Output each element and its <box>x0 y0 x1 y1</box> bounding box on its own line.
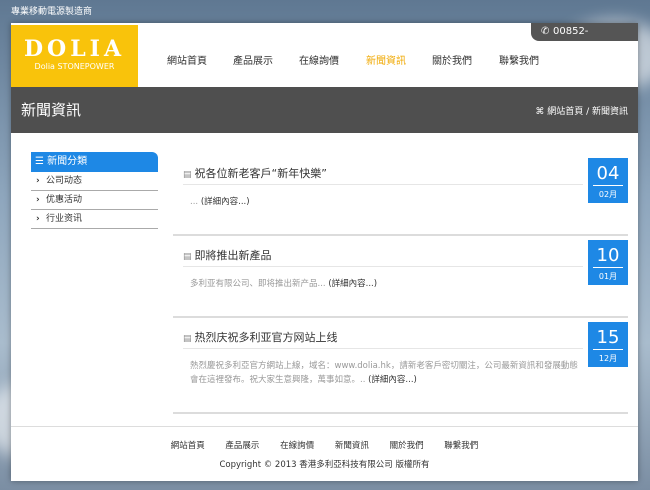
news-summary: 多利亚有限公司、即将推出新产品... (詳細內容...) <box>190 277 580 291</box>
date-badge: 10 01月 <box>588 240 628 285</box>
news-item: ▤ 祝各位新老客戶“新年快樂” ... (詳細內容...) 04 02月 <box>173 154 628 236</box>
divider <box>593 185 623 186</box>
document-icon: ▤ <box>183 252 192 262</box>
footer-link-news[interactable]: 新聞資訊 <box>335 441 369 451</box>
header: DOLIA Dolia STONEPOWER ✆ 00852-69927588 … <box>11 23 638 87</box>
news-list: ▤ 祝各位新老客戶“新年快樂” ... (詳細內容...) 04 02月 ▤ 即將推… <box>173 154 628 414</box>
copyright: Copyright © 2013 香港多利亞科技有限公司 版權所有 <box>219 460 430 470</box>
date-month: 02月 <box>598 190 618 199</box>
phone-number: 00852-69927588 <box>553 26 604 55</box>
nav-inquiry[interactable]: 在線詢價 <box>299 52 339 67</box>
logo-subtext: Dolia STONEPOWER <box>34 62 115 71</box>
breadcrumb[interactable]: ⌘ 網站首頁 / 新聞資訊 <box>535 104 628 117</box>
read-more-link[interactable]: (詳細內容...) <box>328 279 377 289</box>
phone-badge: ✆ 00852-69927588 <box>531 23 638 55</box>
date-badge: 04 02月 <box>588 158 628 203</box>
document-icon: ▤ <box>183 170 192 180</box>
news-title-text: 祝各位新老客戶“新年快樂” <box>194 167 327 180</box>
footer-link-about[interactable]: 關於我們 <box>390 441 424 451</box>
news-summary: 熱烈慶祝多利亞官方網站上線，域名：www.dolia.hk，請新老客戶密切關注，… <box>190 359 580 387</box>
chevron-right-icon: › <box>36 176 40 186</box>
date-badge: 15 12月 <box>588 322 628 367</box>
news-item: ▤ 即將推出新產品 多利亚有限公司、即将推出新产品... (詳細內容...) 10… <box>173 236 628 318</box>
sitemap-icon: ⌘ <box>535 107 545 117</box>
news-title-link[interactable]: ▤ 热烈庆祝多利亚官方网站上线 <box>183 329 338 345</box>
sidebar-item-industry-news[interactable]: › 行业资讯 <box>31 210 158 229</box>
top-tagline: 專業移動電源製造商 <box>11 7 93 17</box>
nav-contact[interactable]: 聯繫我們 <box>499 52 539 67</box>
news-title-text: 热烈庆祝多利亚官方网站上线 <box>194 331 338 344</box>
date-day: 15 <box>596 327 620 348</box>
document-icon: ▤ <box>183 334 192 344</box>
date-month: 01月 <box>598 272 618 281</box>
footer-link-products[interactable]: 產品展示 <box>225 441 259 451</box>
sidebar-item-label: 优惠活动 <box>46 195 83 205</box>
sidebar-heading-label: 新聞分類 <box>47 156 88 167</box>
date-month: 12月 <box>598 354 618 363</box>
divider <box>593 349 623 350</box>
logo[interactable]: DOLIA Dolia STONEPOWER <box>11 25 138 87</box>
news-title-link[interactable]: ▤ 祝各位新老客戶“新年快樂” <box>183 165 327 181</box>
read-more-link[interactable]: (詳細內容...) <box>368 375 417 385</box>
news-summary: ... (詳細內容...) <box>190 195 580 209</box>
divider <box>183 184 583 185</box>
divider <box>11 426 638 427</box>
divider <box>593 267 623 268</box>
page-title: 新聞資訊 <box>21 101 82 119</box>
list-icon: ☰ <box>35 156 44 167</box>
news-summary-text: 多利亚有限公司、即将推出新产品... <box>190 279 326 289</box>
footer-link-home[interactable]: 網站首頁 <box>171 441 205 451</box>
news-item: ▤ 热烈庆祝多利亚官方网站上线 熱烈慶祝多利亞官方網站上線，域名：www.doli… <box>173 318 628 414</box>
sidebar: ☰ 新聞分類 › 公司动态 › 优惠活动 › 行业资讯 <box>31 152 158 229</box>
nav-news[interactable]: 新聞資訊 <box>366 52 406 67</box>
page-container: DOLIA Dolia STONEPOWER ✆ 00852-69927588 … <box>11 23 638 481</box>
footer-link-contact[interactable]: 聯繫我們 <box>444 441 478 451</box>
sidebar-item-company-news[interactable]: › 公司动态 <box>31 172 158 191</box>
breadcrumb-text[interactable]: 網站首頁 / 新聞資訊 <box>547 107 628 117</box>
sidebar-item-label: 公司动态 <box>46 176 83 186</box>
news-title-text: 即將推出新產品 <box>194 249 272 262</box>
nav-products[interactable]: 產品展示 <box>233 52 273 67</box>
date-day: 04 <box>596 163 620 184</box>
divider <box>183 266 583 267</box>
chevron-right-icon: › <box>36 195 40 205</box>
chevron-right-icon: › <box>36 214 40 224</box>
sidebar-item-label: 行业资讯 <box>46 214 83 224</box>
page-banner: 新聞資訊 ⌘ 網站首頁 / 新聞資訊 <box>11 87 638 133</box>
news-summary-text: ... <box>190 197 199 207</box>
sidebar-item-promotions[interactable]: › 优惠活动 <box>31 191 158 210</box>
divider <box>183 348 583 349</box>
nav-about[interactable]: 關於我們 <box>432 52 472 67</box>
read-more-link[interactable]: (詳細內容...) <box>201 197 250 207</box>
logo-text: DOLIA <box>23 36 126 62</box>
phone-icon: ✆ <box>541 26 550 37</box>
sidebar-heading: ☰ 新聞分類 <box>31 152 158 172</box>
nav-home[interactable]: 網站首頁 <box>167 52 207 67</box>
news-title-link[interactable]: ▤ 即將推出新產品 <box>183 247 272 263</box>
footer-nav: 網站首頁 產品展示 在線詢價 新聞資訊 關於我們 聯繫我們 <box>11 439 638 451</box>
date-day: 10 <box>596 245 620 266</box>
footer-link-inquiry[interactable]: 在線詢價 <box>280 441 314 451</box>
